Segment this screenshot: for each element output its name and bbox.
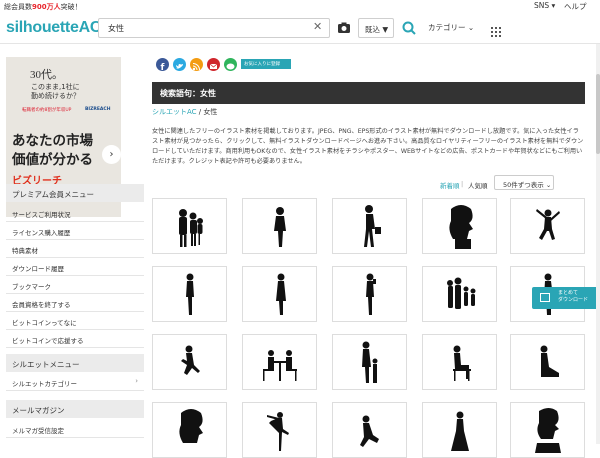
menu-item-silhouette-category[interactable]: シルエットカテゴリー › <box>6 373 144 391</box>
twitter-icon[interactable] <box>173 58 186 71</box>
tile-family-four[interactable] <box>422 266 497 322</box>
silhouette-menu-title: シルエットメニュー <box>6 354 144 372</box>
menu-item-bonus[interactable]: 特典素材 <box>6 240 144 258</box>
top-bar: 総会員数900万人突破！ SNS ▾ ヘルプ <box>0 0 600 14</box>
breadcrumb-current: 女性 <box>203 108 218 116</box>
sort-newest-link[interactable]: 新着順 <box>440 180 460 190</box>
apps-grid-icon[interactable] <box>491 22 501 37</box>
ad-line1: 30代。 <box>30 69 63 81</box>
tile-woman-standing[interactable] <box>242 198 317 254</box>
tile-woman-profile-hair[interactable] <box>422 198 497 254</box>
clear-icon[interactable]: ✕ <box>313 20 322 33</box>
member-count-banner: 総会員数900万人突破！ <box>4 3 82 11</box>
line-icon[interactable] <box>224 58 237 71</box>
tile-family-group[interactable] <box>152 198 227 254</box>
mail-menu-title: メールマガジン <box>6 400 144 418</box>
search-value[interactable]: 女性 <box>108 23 124 34</box>
menu-item-download-history[interactable]: ダウンロード履歴 <box>6 258 144 276</box>
breadcrumb: シルエットAC / 女性 <box>152 108 218 116</box>
tile-mother-child[interactable] <box>332 334 407 390</box>
breadcrumb-home[interactable]: シルエットAC <box>152 108 197 116</box>
menu-item-mail-settings[interactable]: メルマガ受信設定 <box>6 420 144 438</box>
tile-women-table[interactable] <box>242 334 317 390</box>
tile-woman-jumping[interactable] <box>510 198 585 254</box>
tile-woman-walking-bag[interactable] <box>332 198 407 254</box>
download-icon <box>540 293 550 302</box>
menu-item-cancel-membership[interactable]: 会員資格を終了する <box>6 294 144 312</box>
tile-ballet-dancer[interactable] <box>242 402 317 458</box>
site-logo[interactable]: silhouetteAC <box>6 19 101 37</box>
camera-icon[interactable] <box>334 18 354 38</box>
tile-woman-crouching[interactable] <box>332 402 407 458</box>
tile-woman-sitting-floor[interactable] <box>510 334 585 390</box>
sns-menu[interactable]: SNS ▾ <box>534 1 555 10</box>
category-menu[interactable]: カテゴリー ⌄ <box>428 22 474 33</box>
search-input[interactable]: 女性 ✕ <box>98 18 330 38</box>
sort-popular-link[interactable]: 人気順 <box>468 180 488 190</box>
header: silhouetteAC 女性 ✕ 既込 ▼ カテゴリー ⌄ <box>0 14 600 44</box>
menu-item-usage[interactable]: サービスご利用状況 <box>6 204 144 222</box>
ad-arrow-icon[interactable]: › <box>102 145 121 164</box>
tile-woman-posing[interactable] <box>152 266 227 322</box>
tile-woman-gown[interactable] <box>422 402 497 458</box>
tile-woman-running[interactable] <box>152 334 227 390</box>
svg-text:f: f <box>161 63 165 73</box>
tile-woman-dress[interactable] <box>242 266 317 322</box>
menu-item-license-history[interactable]: ライセンス購入履歴 <box>6 222 144 240</box>
scrollbar[interactable] <box>596 44 600 444</box>
per-page-select[interactable]: 50件ずつ表示 ⌄ <box>494 175 554 190</box>
search-keyword-bar: 検索語句：女性 <box>152 82 585 104</box>
tile-woman-bust-round[interactable] <box>152 402 227 458</box>
rss-icon[interactable] <box>190 58 203 71</box>
chevron-right-icon: › <box>135 377 138 385</box>
search-scope-select[interactable]: 既込 ▼ <box>358 18 394 38</box>
add-favorite-button[interactable]: お気に入りに登録 <box>241 59 291 69</box>
sort-separator: | <box>461 180 464 188</box>
menu-item-bitcoin-info[interactable]: ビットコインってなに <box>6 312 144 330</box>
main-content: f お気に入りに登録 検索語句：女性 シルエットAC / 女性 女性に関連したフ… <box>152 44 600 458</box>
category-description: 女性に関連したフリーのイラスト素材を掲載しております。JPEG、PNG、EPS形… <box>152 128 584 165</box>
menu-item-bookmark[interactable]: ブックマーク <box>6 276 144 294</box>
menu-item-bitcoin-support[interactable]: ビットコインで応援する <box>6 330 144 348</box>
scrollbar-thumb[interactable] <box>596 74 600 154</box>
ad-small-text: 転職者の約8割が年収UP <box>22 108 72 113</box>
search-icon[interactable] <box>398 18 420 38</box>
ad-headline: あなたの市場 価値が分かる <box>12 133 93 168</box>
help-link[interactable]: ヘルプ <box>564 1 587 12</box>
ad-brand-small: BIZREACH <box>85 107 111 112</box>
mail-icon[interactable] <box>207 58 220 71</box>
facebook-icon[interactable]: f <box>156 58 169 73</box>
ad-line2: このまま,1社に 勤め続けるか？ <box>31 83 80 100</box>
sidebar: 30代。 このまま,1社に 勤め続けるか？ 転職者の約8割が年収UP BIZREA… <box>0 44 152 444</box>
premium-menu-title: プレミアム会員メニュー <box>6 184 144 202</box>
bulk-download-button[interactable]: まとめて ダウンロード <box>532 287 600 309</box>
tile-woman-sitting-chair[interactable] <box>422 334 497 390</box>
tile-woman-bust[interactable] <box>510 402 585 458</box>
tile-woman-phone[interactable] <box>332 266 407 322</box>
